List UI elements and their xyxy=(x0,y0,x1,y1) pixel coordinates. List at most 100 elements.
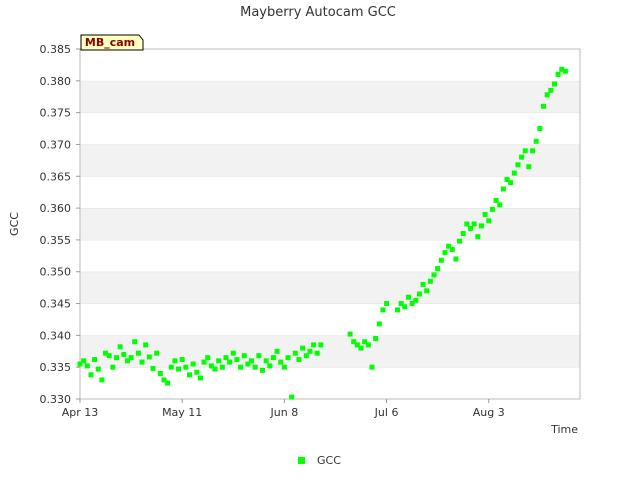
data-point xyxy=(205,355,211,361)
data-point xyxy=(238,364,244,370)
y-tick-label: 0.370 xyxy=(40,138,72,151)
data-point xyxy=(296,357,302,363)
data-point xyxy=(544,92,550,98)
data-point xyxy=(420,281,426,287)
data-point xyxy=(183,364,189,370)
data-point xyxy=(285,355,291,361)
y-axis-label: GCC xyxy=(8,212,21,236)
data-point xyxy=(358,345,364,351)
data-point xyxy=(402,304,408,310)
data-point xyxy=(460,231,466,237)
data-point xyxy=(548,87,554,93)
data-point xyxy=(562,68,568,74)
data-point xyxy=(172,358,178,364)
data-point xyxy=(110,364,116,370)
data-point xyxy=(471,221,477,227)
data-point xyxy=(300,345,306,351)
y-tick-label: 0.360 xyxy=(40,202,72,215)
data-point xyxy=(168,364,174,370)
data-point xyxy=(194,369,200,375)
x-tick-label: Aug 3 xyxy=(473,406,505,419)
data-point xyxy=(230,350,236,356)
data-point xyxy=(449,246,455,252)
data-point xyxy=(318,342,324,348)
data-point xyxy=(508,180,514,186)
data-point xyxy=(511,170,517,176)
data-point xyxy=(176,366,182,372)
data-point xyxy=(165,380,171,386)
data-point xyxy=(132,339,138,345)
data-point xyxy=(292,350,298,356)
data-point xyxy=(373,336,379,342)
data-point xyxy=(289,394,295,400)
data-point xyxy=(270,355,276,361)
y-tick-label: 0.340 xyxy=(40,329,72,342)
data-point xyxy=(438,257,444,263)
data-point xyxy=(311,342,317,348)
x-tick-label: Jul 6 xyxy=(374,406,399,419)
data-point xyxy=(416,291,422,297)
data-point xyxy=(121,351,127,357)
data-point xyxy=(81,358,87,364)
data-point xyxy=(493,197,499,203)
data-point xyxy=(197,375,203,381)
data-point xyxy=(274,348,280,354)
data-point xyxy=(154,350,160,356)
data-point xyxy=(190,361,196,367)
x-axis-label: Time xyxy=(550,423,578,436)
data-point xyxy=(442,250,448,256)
legend: GCC xyxy=(298,454,341,467)
data-point xyxy=(259,367,265,373)
site-tag: MB_cam xyxy=(80,34,144,51)
data-point xyxy=(519,154,525,160)
data-point xyxy=(526,164,532,170)
data-point xyxy=(216,358,222,364)
data-point xyxy=(135,350,141,356)
data-point xyxy=(497,202,503,208)
y-tick-label: 0.380 xyxy=(40,75,72,88)
data-point xyxy=(227,359,233,365)
data-point xyxy=(186,372,192,378)
data-point xyxy=(347,331,353,337)
data-point xyxy=(278,359,284,365)
data-point xyxy=(468,225,474,231)
data-point xyxy=(395,307,401,313)
data-point xyxy=(307,348,313,354)
data-point xyxy=(157,371,163,377)
grid-band xyxy=(80,49,580,81)
grid-band xyxy=(80,80,580,113)
data-point xyxy=(551,81,557,87)
data-point xyxy=(435,266,441,272)
data-point xyxy=(201,359,207,365)
data-point xyxy=(223,355,229,361)
data-point xyxy=(113,355,119,361)
legend-swatch xyxy=(298,457,305,464)
data-point xyxy=(376,321,382,327)
y-tick-label: 0.335 xyxy=(40,361,72,374)
x-tick-label: Jun 8 xyxy=(270,406,299,419)
data-point xyxy=(486,218,492,224)
data-point xyxy=(475,234,481,240)
data-point xyxy=(303,353,309,359)
y-tick-label: 0.385 xyxy=(40,43,72,56)
data-point xyxy=(555,71,561,77)
grid-bands xyxy=(80,48,580,399)
data-point xyxy=(530,148,536,154)
x-axis-ticks: Apr 13 May 11 Jun 8 Jul 6 Aug 3 xyxy=(62,399,505,419)
data-point xyxy=(267,363,273,369)
data-point xyxy=(405,294,411,300)
x-tick-label: Apr 13 xyxy=(62,406,99,419)
data-point xyxy=(482,211,488,217)
data-point xyxy=(179,357,185,363)
data-point xyxy=(150,365,156,371)
y-tick-label: 0.355 xyxy=(40,234,72,247)
y-tick-label: 0.330 xyxy=(40,393,72,406)
data-point xyxy=(143,342,149,348)
data-point xyxy=(95,366,101,372)
data-point xyxy=(413,297,419,303)
data-point xyxy=(92,357,98,363)
data-point xyxy=(84,363,90,369)
data-point xyxy=(249,358,255,364)
data-point xyxy=(500,186,506,192)
data-point xyxy=(256,353,262,359)
